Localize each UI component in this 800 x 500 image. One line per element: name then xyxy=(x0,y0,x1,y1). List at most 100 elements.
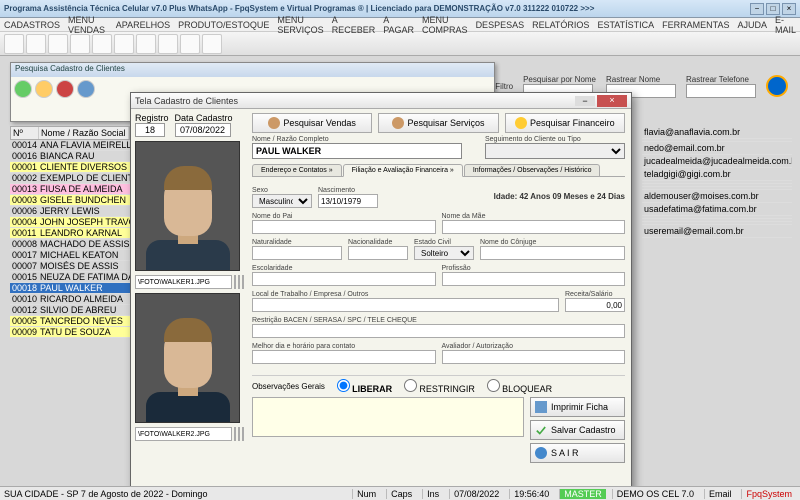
menu-compras[interactable]: MENU COMPRAS xyxy=(422,15,468,35)
dialog-min-button[interactable]: − xyxy=(575,96,595,106)
menu-relatorios[interactable]: RELATÓRIOS xyxy=(532,20,589,30)
salario-input[interactable] xyxy=(565,298,625,312)
restricao-input[interactable] xyxy=(252,324,625,338)
opt-restringir[interactable]: RESTRINGIR xyxy=(404,379,475,394)
photo1-zoom-icon[interactable] xyxy=(238,275,240,289)
escolaridade-input[interactable] xyxy=(252,272,436,286)
profissao-input[interactable] xyxy=(442,272,626,286)
toolbar-button[interactable] xyxy=(136,34,156,54)
restringir-radio[interactable] xyxy=(404,379,417,392)
menu-produto[interactable]: PRODUTO/ESTOQUE xyxy=(178,20,269,30)
menu-cadastros[interactable]: CADASTROS xyxy=(4,20,60,30)
maximize-button[interactable]: □ xyxy=(766,3,780,15)
tab-filiacao[interactable]: Filiação e Avaliação Financeira » xyxy=(343,164,463,177)
toolbar-button[interactable] xyxy=(92,34,112,54)
list-row[interactable]: 00013FIUSA DE ALMEIDA xyxy=(10,184,130,195)
col-name[interactable]: Nome / Razão Social xyxy=(39,127,129,139)
dialog-close-button[interactable]: × xyxy=(597,95,627,107)
toolbar-button[interactable] xyxy=(48,34,68,54)
conjuge-input[interactable] xyxy=(480,246,625,260)
minimize-button[interactable]: − xyxy=(750,3,764,15)
registro-input[interactable] xyxy=(135,123,165,137)
menu-email[interactable]: E-MAIL xyxy=(775,15,796,35)
mae-input[interactable] xyxy=(442,220,626,234)
tab-info[interactable]: Informações / Observações / Histórico xyxy=(464,164,601,176)
refresh-icon[interactable] xyxy=(77,80,95,98)
liberar-radio[interactable] xyxy=(337,379,350,392)
photo1-clear-icon[interactable] xyxy=(242,275,244,289)
toolbar-button[interactable] xyxy=(4,34,24,54)
close-button[interactable]: × xyxy=(782,3,796,15)
list-row[interactable]: 00009TATU DE SOUZA xyxy=(10,327,130,338)
delete-icon[interactable] xyxy=(56,80,74,98)
avaliador-input[interactable] xyxy=(442,350,626,364)
toolbar-button[interactable] xyxy=(70,34,90,54)
menu-servicos[interactable]: MENU SERVIÇOS xyxy=(277,15,323,35)
photo2-zoom-icon[interactable] xyxy=(238,427,240,441)
list-row[interactable]: 00010RICARDO ALMEIDA xyxy=(10,294,130,305)
list-row[interactable]: 00012SILVIO DE ABREU xyxy=(10,305,130,316)
list-row[interactable]: 00001CLIENTE DIVERSOS xyxy=(10,162,130,173)
toolbar-button[interactable] xyxy=(114,34,134,54)
photo2-browse-icon[interactable] xyxy=(234,427,236,441)
horario-input[interactable] xyxy=(252,350,436,364)
photo1-browse-icon[interactable] xyxy=(234,275,236,289)
list-row[interactable]: 00018PAUL WALKER xyxy=(10,283,130,294)
list-row[interactable]: 00011LEANDRO KARNAL xyxy=(10,228,130,239)
client-photo-2 xyxy=(135,293,240,423)
ecivil-select[interactable]: Solteiro xyxy=(414,246,474,260)
opt-bloquear[interactable]: BLOQUEAR xyxy=(487,379,552,394)
menu-receber[interactable]: A RECEBER xyxy=(332,15,376,35)
datacad-input[interactable] xyxy=(175,123,231,137)
sexo-select[interactable]: Masculino xyxy=(252,194,312,208)
list-row[interactable]: 00003GISELE BUNDCHEN xyxy=(10,195,130,206)
menu-pagar[interactable]: A PAGAR xyxy=(383,15,414,35)
pesquisar-vendas-button[interactable]: Pesquisar Vendas xyxy=(252,113,372,133)
menu-ferramentas[interactable]: FERRAMENTAS xyxy=(662,20,729,30)
naturalidade-input[interactable] xyxy=(252,246,342,260)
nascimento-input[interactable] xyxy=(318,194,378,208)
datacad-label: Data Cadastro xyxy=(175,113,233,123)
seguimento-select[interactable] xyxy=(485,143,625,159)
list-row[interactable]: 00017MICHAEL KEATON xyxy=(10,250,130,261)
list-row[interactable]: 00015NEUZA DE FATIMA DA S xyxy=(10,272,130,283)
menu-aparelhos[interactable]: APARELHOS xyxy=(116,20,170,30)
toolbar-button[interactable] xyxy=(26,34,46,54)
track-phone-input[interactable] xyxy=(686,84,756,98)
menu-vendas[interactable]: MENU VENDAS xyxy=(68,15,108,35)
bloquear-radio[interactable] xyxy=(487,379,500,392)
pesquisar-servicos-button[interactable]: Pesquisar Serviços xyxy=(378,113,498,133)
salvar-button[interactable]: Salvar Cadastro xyxy=(530,420,625,440)
list-row[interactable]: 00016BIANCA RAU xyxy=(10,151,130,162)
imprimir-button[interactable]: Imprimir Ficha xyxy=(530,397,625,417)
menu-estatistica[interactable]: ESTATÍSTICA xyxy=(597,20,654,30)
obs-textarea[interactable] xyxy=(252,397,524,437)
nome-input[interactable] xyxy=(252,143,462,159)
list-row[interactable]: 00007MOISÉS DE ASSIS xyxy=(10,261,130,272)
toolbar-button[interactable] xyxy=(158,34,178,54)
add-icon[interactable] xyxy=(14,80,32,98)
nacionalidade-input[interactable] xyxy=(348,246,408,260)
sair-button[interactable]: S A I R xyxy=(530,443,625,463)
list-row[interactable]: 00005TANCREDO NEVES xyxy=(10,316,130,327)
toolbar-button[interactable] xyxy=(180,34,200,54)
opt-liberar[interactable]: LIBERAR xyxy=(337,379,392,394)
tab-endereco[interactable]: Endereço e Contatos » xyxy=(252,164,342,176)
search-go-button[interactable] xyxy=(766,75,788,97)
pesquisar-financeiro-button[interactable]: Pesquisar Financeiro xyxy=(505,113,625,133)
trabalho-input[interactable] xyxy=(252,298,559,312)
list-row[interactable]: 00006JERRY LEWIS xyxy=(10,206,130,217)
list-row[interactable]: 00004JOHN JOSEPH TRAVOLTA xyxy=(10,217,130,228)
menu-ajuda[interactable]: AJUDA xyxy=(737,20,767,30)
photo2-path[interactable] xyxy=(135,427,232,441)
menu-despesas[interactable]: DESPESAS xyxy=(476,20,525,30)
list-row[interactable]: 00014ANA FLAVIA MEIRELLES xyxy=(10,140,130,151)
list-row[interactable]: 00008MACHADO DE ASSIS xyxy=(10,239,130,250)
edit-icon[interactable] xyxy=(35,80,53,98)
toolbar-button[interactable] xyxy=(202,34,222,54)
photo1-path[interactable] xyxy=(135,275,232,289)
col-number[interactable]: Nº xyxy=(11,127,39,139)
pai-input[interactable] xyxy=(252,220,436,234)
list-row[interactable]: 00002EXEMPLO DE CLIENTE xyxy=(10,173,130,184)
photo2-clear-icon[interactable] xyxy=(242,427,244,441)
